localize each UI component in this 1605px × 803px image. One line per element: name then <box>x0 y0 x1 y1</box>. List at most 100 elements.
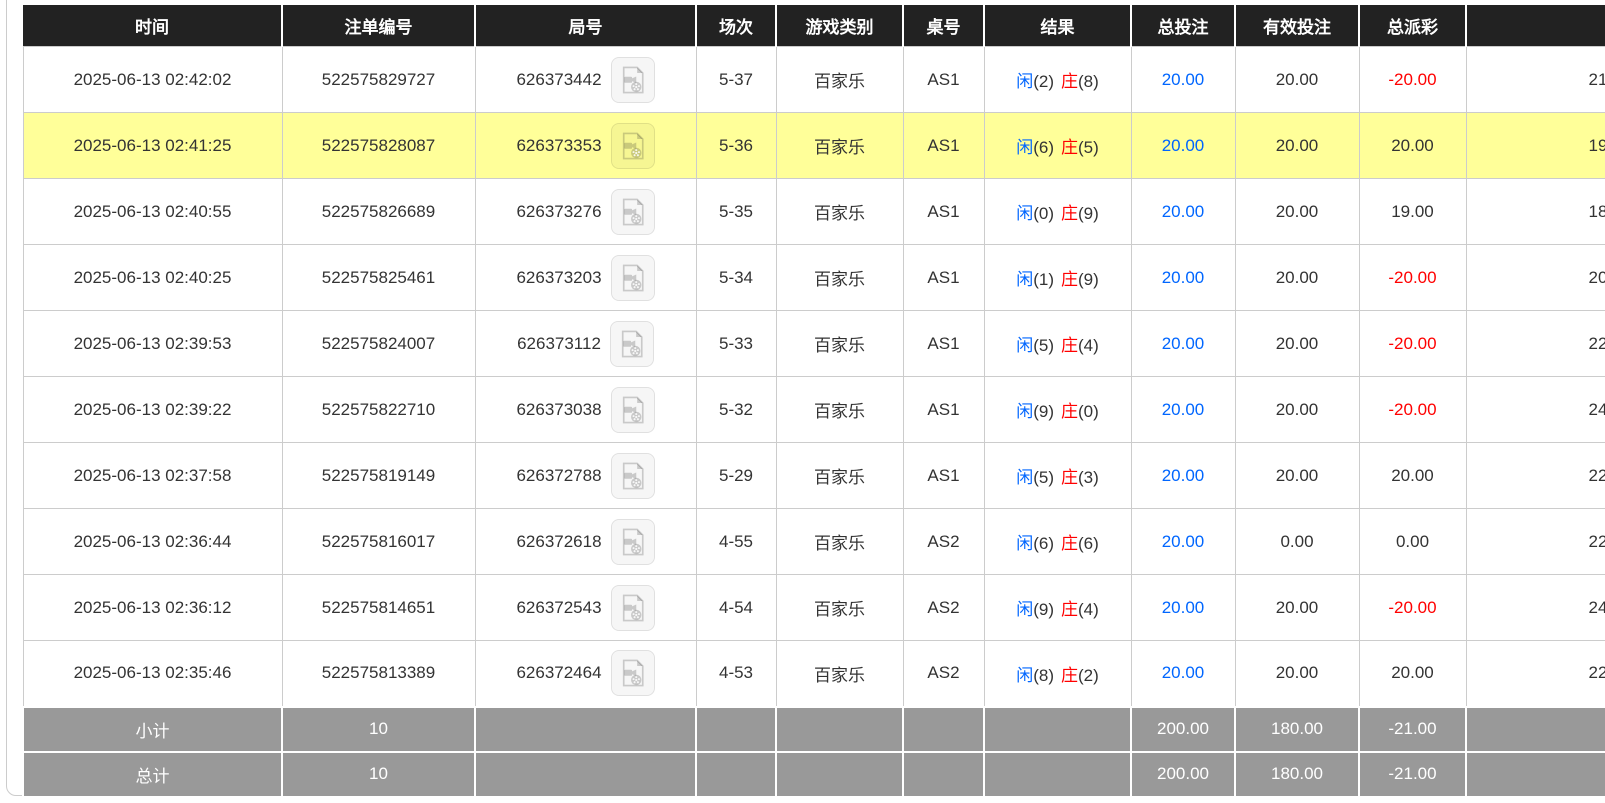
table-summary: 小计 10 200.00 180.00 -21.00 总计 10 <box>23 707 1605 797</box>
total-payout-cell: 19.00 <box>1359 179 1466 245</box>
player-result-label: 闲 <box>1016 534 1033 553</box>
player-result-label: 闲 <box>1016 270 1033 289</box>
table-row[interactable]: 2025-06-13 02:35:46 522575813389 6263724… <box>23 641 1605 707</box>
video-file-icon[interactable] <box>611 453 655 499</box>
time-cell: 2025-06-13 02:39:53 <box>23 311 282 377</box>
video-file-icon[interactable] <box>611 585 655 631</box>
total-payout-cell: -20.00 <box>1359 311 1466 377</box>
table-no-cell: AS1 <box>903 47 984 113</box>
session-cell: 4-55 <box>696 509 776 575</box>
header-bet-id: 注单编号 <box>282 5 475 47</box>
result-cell: 闲(9)庄(4) <box>984 575 1131 641</box>
banker-result-score: (4) <box>1078 600 1099 619</box>
banker-result-score: (4) <box>1078 336 1099 355</box>
bet-id-cell: 522575816017 <box>282 509 475 575</box>
player-result-score: (9) <box>1033 600 1054 619</box>
header-total-payout: 总派彩 <box>1359 5 1466 47</box>
game-type-cell: 百家乐 <box>776 509 903 575</box>
banker-result-label: 庄 <box>1061 336 1078 355</box>
round-number: 626373203 <box>516 268 601 288</box>
table-row[interactable]: 2025-06-13 02:36:44 522575816017 6263726… <box>23 509 1605 575</box>
table-row[interactable]: 2025-06-13 02:39:53 522575824007 6263731… <box>23 311 1605 377</box>
total-payout-cell: 20.00 <box>1359 113 1466 179</box>
round-no-cell: 626372543 <box>475 575 696 641</box>
video-file-icon[interactable] <box>611 255 655 301</box>
video-file-icon[interactable] <box>611 650 655 696</box>
time-cell: 2025-06-13 02:40:25 <box>23 245 282 311</box>
total-bet-cell: 20.00 <box>1131 377 1235 443</box>
player-result-label: 闲 <box>1016 600 1033 619</box>
balance-cell: 19 <box>1466 113 1605 179</box>
balance-cell: 24 <box>1466 575 1605 641</box>
video-file-icon[interactable] <box>611 519 655 565</box>
game-type-cell: 百家乐 <box>776 245 903 311</box>
video-file-icon[interactable] <box>611 387 655 433</box>
player-result-score: (5) <box>1033 336 1054 355</box>
header-result: 结果 <box>984 5 1131 47</box>
banker-result-score: (0) <box>1078 402 1099 421</box>
round-number: 626372464 <box>516 663 601 683</box>
session-cell: 4-54 <box>696 575 776 641</box>
bet-id-cell: 522575826689 <box>282 179 475 245</box>
banker-result-score: (8) <box>1078 72 1099 91</box>
subtotal-valid-bet: 180.00 <box>1235 707 1359 752</box>
total-payout-cell: 20.00 <box>1359 443 1466 509</box>
session-cell: 5-29 <box>696 443 776 509</box>
table-no-cell: AS2 <box>903 575 984 641</box>
total-total-bet: 200.00 <box>1131 752 1235 797</box>
total-bet-cell: 20.00 <box>1131 575 1235 641</box>
header-extra <box>1466 5 1605 47</box>
video-file-icon[interactable] <box>611 123 655 169</box>
video-file-icon[interactable] <box>611 57 655 103</box>
total-row: 总计 10 200.00 180.00 -21.00 <box>23 752 1605 797</box>
header-time: 时间 <box>23 5 282 47</box>
total-label: 总计 <box>23 752 282 797</box>
result-cell: 闲(2)庄(8) <box>984 47 1131 113</box>
player-result-score: (5) <box>1033 468 1054 487</box>
banker-result-label: 庄 <box>1061 138 1078 157</box>
bet-id-cell: 522575822710 <box>282 377 475 443</box>
round-number: 626372543 <box>516 598 601 618</box>
header-table-no: 桌号 <box>903 5 984 47</box>
table-row[interactable]: 2025-06-13 02:41:25 522575828087 6263733… <box>23 113 1605 179</box>
round-no-cell: 626372788 <box>475 443 696 509</box>
player-result-score: (9) <box>1033 402 1054 421</box>
total-valid-bet: 180.00 <box>1235 752 1359 797</box>
table-row[interactable]: 2025-06-13 02:40:25 522575825461 6263732… <box>23 245 1605 311</box>
records-panel: 时间 注单编号 局号 场次 游戏类别 桌号 结果 总投注 有效投注 总派彩 20… <box>6 0 1605 796</box>
time-cell: 2025-06-13 02:40:55 <box>23 179 282 245</box>
header-total-bet: 总投注 <box>1131 5 1235 47</box>
session-cell: 5-34 <box>696 245 776 311</box>
video-file-icon[interactable] <box>610 321 654 367</box>
round-number: 626373276 <box>516 202 601 222</box>
bet-id-cell: 522575828087 <box>282 113 475 179</box>
game-type-cell: 百家乐 <box>776 113 903 179</box>
total-bet-cell: 20.00 <box>1131 509 1235 575</box>
round-number: 626372618 <box>516 532 601 552</box>
balance-cell: 24 <box>1466 377 1605 443</box>
table-row[interactable]: 2025-06-13 02:37:58 522575819149 6263727… <box>23 443 1605 509</box>
round-no-cell: 626373276 <box>475 179 696 245</box>
valid-bet-cell: 20.00 <box>1235 47 1359 113</box>
table-row[interactable]: 2025-06-13 02:40:55 522575826689 6263732… <box>23 179 1605 245</box>
table-row[interactable]: 2025-06-13 02:39:22 522575822710 6263730… <box>23 377 1605 443</box>
table-no-cell: AS1 <box>903 443 984 509</box>
valid-bet-cell: 20.00 <box>1235 641 1359 707</box>
result-cell: 闲(6)庄(5) <box>984 113 1131 179</box>
banker-result-label: 庄 <box>1061 204 1078 223</box>
bet-id-cell: 522575819149 <box>282 443 475 509</box>
video-file-icon[interactable] <box>611 189 655 235</box>
banker-result-label: 庄 <box>1061 666 1078 685</box>
session-cell: 5-37 <box>696 47 776 113</box>
table-row[interactable]: 2025-06-13 02:42:02 522575829727 6263734… <box>23 47 1605 113</box>
valid-bet-cell: 20.00 <box>1235 443 1359 509</box>
game-type-cell: 百家乐 <box>776 47 903 113</box>
table-row[interactable]: 2025-06-13 02:36:12 522575814651 6263725… <box>23 575 1605 641</box>
balance-cell: 22 <box>1466 311 1605 377</box>
bet-id-cell: 522575829727 <box>282 47 475 113</box>
bet-id-cell: 522575813389 <box>282 641 475 707</box>
table-no-cell: AS1 <box>903 245 984 311</box>
table-no-cell: AS1 <box>903 179 984 245</box>
table-no-cell: AS1 <box>903 113 984 179</box>
round-number: 626372788 <box>516 466 601 486</box>
